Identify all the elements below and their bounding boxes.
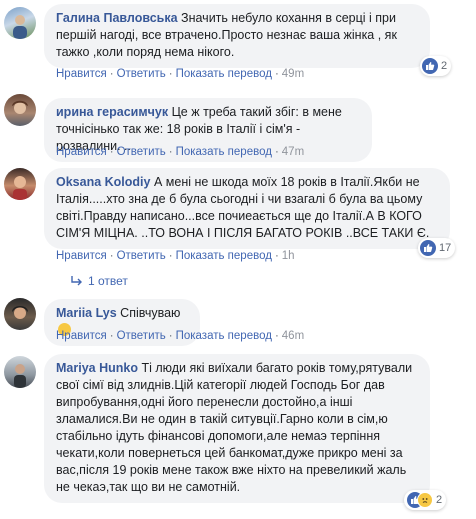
- comment-bubble: Mariya Hunko Ті люди які виїхали багато …: [44, 354, 430, 503]
- comment-author[interactable]: Галина Павловська: [56, 11, 178, 25]
- translate-link[interactable]: Показать перевод: [176, 68, 272, 80]
- reply-link[interactable]: Ответить: [117, 250, 166, 262]
- translate-link[interactable]: Показать перевод: [176, 146, 272, 158]
- comment-text: Ті люди які виїхали багато років тому,ря…: [56, 361, 413, 494]
- avatar[interactable]: [4, 298, 36, 330]
- view-replies-link[interactable]: 1 ответ: [70, 274, 128, 288]
- like-link[interactable]: Нравится: [56, 68, 107, 80]
- avatar-photo-icon: [12, 100, 28, 114]
- replies-count: 1 ответ: [88, 274, 128, 288]
- comment-actions: Нравится · Ответить · Показать перевод · 1h: [56, 250, 295, 262]
- comment-bubble: Oksana Kolodiy А мені не шкода моїх 18 р…: [44, 168, 450, 249]
- comment-author[interactable]: Oksana Kolodiy: [56, 175, 150, 189]
- comment-author[interactable]: ирина герасимчук: [56, 105, 168, 119]
- reply-link[interactable]: Ответить: [117, 68, 166, 80]
- timestamp[interactable]: 46m: [282, 330, 304, 342]
- avatar[interactable]: [4, 356, 36, 388]
- avatar[interactable]: [4, 168, 36, 200]
- timestamp[interactable]: 47m: [282, 146, 304, 158]
- like-link[interactable]: Нравится: [56, 146, 107, 158]
- sad-reaction-icon: [417, 492, 433, 508]
- comment-actions: Нравится · Ответить · Показать перевод · 49m: [56, 68, 305, 80]
- avatar[interactable]: [4, 7, 36, 39]
- reaction-count[interactable]: 17: [418, 238, 456, 258]
- comment-actions: Нравится · Ответить · Показать перевод · 46m: [56, 330, 305, 342]
- comment-text: Співчуваю: [120, 306, 181, 320]
- like-icon: [422, 58, 438, 74]
- comment-author[interactable]: Mariia Lys: [56, 306, 117, 320]
- comment-author[interactable]: Mariya Hunko: [56, 361, 138, 375]
- reaction-count[interactable]: 2: [404, 490, 447, 510]
- timestamp[interactable]: 1h: [282, 250, 295, 262]
- avatar[interactable]: [4, 94, 36, 126]
- like-icon: [420, 240, 436, 256]
- avatar-photo-icon: [13, 176, 27, 200]
- comment-actions: Нравится · Ответить · Показать перевод · 47m: [56, 146, 305, 158]
- comment-bubble: Галина Павловська Значить небуло кохання…: [44, 4, 430, 68]
- like-link[interactable]: Нравится: [56, 250, 107, 262]
- reply-arrow-icon: [71, 276, 82, 286]
- reply-link[interactable]: Ответить: [117, 146, 166, 158]
- reaction-count[interactable]: 2: [420, 56, 452, 76]
- avatar-photo-icon: [14, 364, 26, 388]
- translate-link[interactable]: Показать перевод: [176, 330, 272, 342]
- timestamp[interactable]: 49m: [282, 68, 304, 80]
- avatar-photo-icon: [13, 15, 27, 39]
- reply-link[interactable]: Ответить: [117, 330, 166, 342]
- avatar-photo-icon: [12, 306, 28, 319]
- translate-link[interactable]: Показать перевод: [176, 250, 272, 262]
- like-link[interactable]: Нравится: [56, 330, 107, 342]
